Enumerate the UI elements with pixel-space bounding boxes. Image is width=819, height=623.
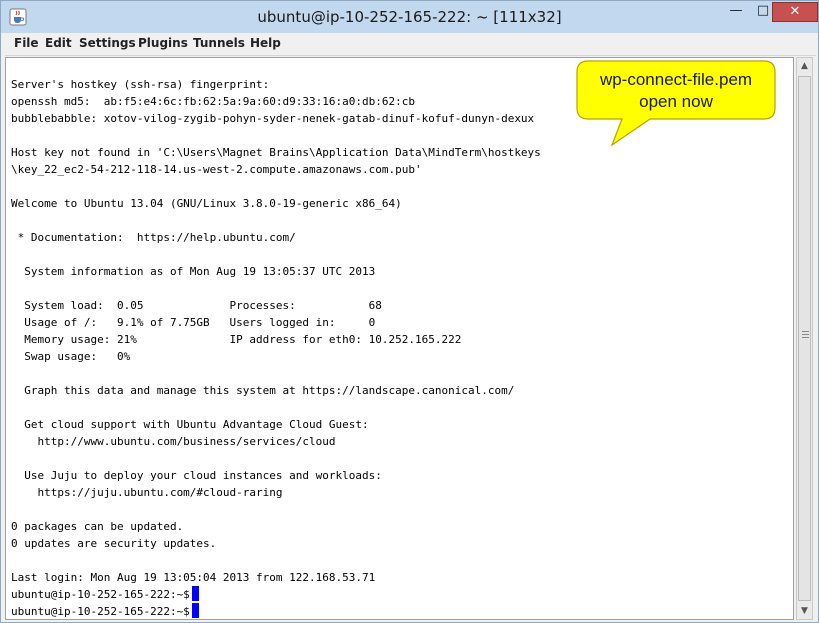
- terminal-line-text: 0 packages can be updated.: [11, 520, 184, 533]
- menu-settings[interactable]: Settings: [79, 36, 136, 50]
- terminal-line: openssh md5: ab:f5:e4:6c:fb:62:5a:9a:60:…: [11, 93, 541, 110]
- terminal-line: 0 updates are security updates.: [11, 535, 541, 552]
- vertical-scrollbar[interactable]: ▲ ▼: [796, 57, 813, 620]
- scrollbar-grip: [802, 331, 809, 332]
- terminal-line-text: Server's hostkey (ssh-rsa) fingerprint:: [11, 78, 270, 91]
- terminal-line: ubuntu@ip-10-252-165-222:~$: [11, 603, 541, 619]
- terminal-line: Swap usage: 0%: [11, 348, 541, 365]
- terminal-line-text: 0 updates are security updates.: [11, 537, 217, 550]
- terminal-line: Welcome to Ubuntu 13.04 (GNU/Linux 3.8.0…: [11, 195, 541, 212]
- menu-edit[interactable]: Edit: [45, 36, 72, 50]
- menu-plugins[interactable]: Plugins: [138, 36, 188, 50]
- terminal-line: System load: 0.05 Processes: 68: [11, 297, 541, 314]
- terminal-line: Use Juju to deploy your cloud instances …: [11, 467, 541, 484]
- terminal-line: Last login: Mon Aug 19 13:05:04 2013 fro…: [11, 569, 541, 586]
- terminal-line: Host key not found in 'C:\Users\Magnet B…: [11, 144, 541, 161]
- terminal-line: https://juju.ubuntu.com/#cloud-raring: [11, 484, 541, 501]
- menu-file[interactable]: File: [14, 36, 39, 50]
- close-button[interactable]: ✕: [772, 2, 818, 22]
- terminal-line-text: Graph this data and manage this system a…: [11, 384, 515, 397]
- terminal-line: Get cloud support with Ubuntu Advantage …: [11, 416, 541, 433]
- terminal-line-text: http://www.ubuntu.com/business/services/…: [11, 435, 336, 448]
- scroll-down-arrow-icon[interactable]: ▼: [797, 603, 812, 619]
- scrollbar-thumb[interactable]: [798, 76, 811, 601]
- terminal-line: http://www.ubuntu.com/business/services/…: [11, 433, 541, 450]
- terminal-line-text: https://juju.ubuntu.com/#cloud-raring: [11, 486, 283, 499]
- terminal-line-text: Welcome to Ubuntu 13.04 (GNU/Linux 3.8.0…: [11, 197, 402, 210]
- callout-text: wp-connect-file.pem open now: [576, 69, 776, 113]
- scrollbar-grip: [802, 337, 809, 338]
- menu-help[interactable]: Help: [250, 36, 281, 50]
- terminal-line-text: Get cloud support with Ubuntu Advantage …: [11, 418, 369, 431]
- terminal-line-text: System information as of Mon Aug 19 13:0…: [11, 265, 376, 278]
- terminal-line: 0 packages can be updated.: [11, 518, 541, 535]
- menu-tunnels[interactable]: Tunnels: [193, 36, 245, 50]
- terminal-line: \key_22_ec2-54-212-118-14.us-west-2.comp…: [11, 161, 541, 178]
- terminal-line: bubblebabble: xotov-vilog-zygib-pohyn-sy…: [11, 110, 541, 127]
- terminal-line-text: * Documentation: https://help.ubuntu.com…: [11, 231, 296, 244]
- terminal-line-text: bubblebabble: xotov-vilog-zygib-pohyn-sy…: [11, 112, 535, 125]
- terminal-line: Usage of /: 9.1% of 7.75GB Users logged …: [11, 314, 541, 331]
- minimize-button[interactable]: —: [722, 2, 750, 22]
- menu-bar: File Edit Settings Plugins Tunnels Help: [5, 33, 816, 56]
- terminal-text: Server's hostkey (ssh-rsa) fingerprint: o…: [11, 76, 541, 619]
- terminal-line-text: Use Juju to deploy your cloud instances …: [11, 469, 382, 482]
- terminal-line-text: Memory usage: 21% IP address for eth0: 1…: [11, 333, 462, 346]
- terminal-line-text: System load: 0.05 Processes: 68: [11, 299, 382, 312]
- title-bar[interactable]: ubuntu@ip-10-252-165-222: ~ [111x32] — □…: [1, 1, 818, 33]
- terminal-line-text: openssh md5: ab:f5:e4:6c:fb:62:5a:9a:60:…: [11, 95, 415, 108]
- callout-text-line2: open now: [639, 92, 713, 111]
- terminal-line-text: Host key not found in 'C:\Users\Magnet B…: [11, 146, 541, 159]
- terminal-line: * Documentation: https://help.ubuntu.com…: [11, 229, 541, 246]
- terminal-cursor: [191, 586, 199, 601]
- terminal-line-text: ubuntu@ip-10-252-165-222:~$: [11, 588, 190, 601]
- terminal-line: System information as of Mon Aug 19 13:0…: [11, 263, 541, 280]
- terminal-line-text: ubuntu@ip-10-252-165-222:~$: [11, 605, 190, 618]
- window-title: ubuntu@ip-10-252-165-222: ~ [111x32]: [257, 8, 562, 26]
- terminal-line-text: \key_22_ec2-54-212-118-14.us-west-2.comp…: [11, 163, 422, 176]
- terminal-line: Server's hostkey (ssh-rsa) fingerprint:: [11, 76, 541, 93]
- terminal-cursor: [191, 603, 199, 618]
- scroll-up-arrow-icon[interactable]: ▲: [797, 58, 812, 74]
- terminal-line: Graph this data and manage this system a…: [11, 382, 541, 399]
- terminal-line-text: Swap usage: 0%: [11, 350, 131, 363]
- terminal-line: ubuntu@ip-10-252-165-222:~$: [11, 586, 541, 603]
- terminal-line-text: Usage of /: 9.1% of 7.75GB Users logged …: [11, 316, 376, 329]
- callout-text-line1: wp-connect-file.pem: [599, 70, 753, 89]
- scrollbar-grip: [802, 334, 809, 335]
- terminal-line-text: Last login: Mon Aug 19 13:05:04 2013 fro…: [11, 571, 376, 584]
- terminal-line: Memory usage: 21% IP address for eth0: 1…: [11, 331, 541, 348]
